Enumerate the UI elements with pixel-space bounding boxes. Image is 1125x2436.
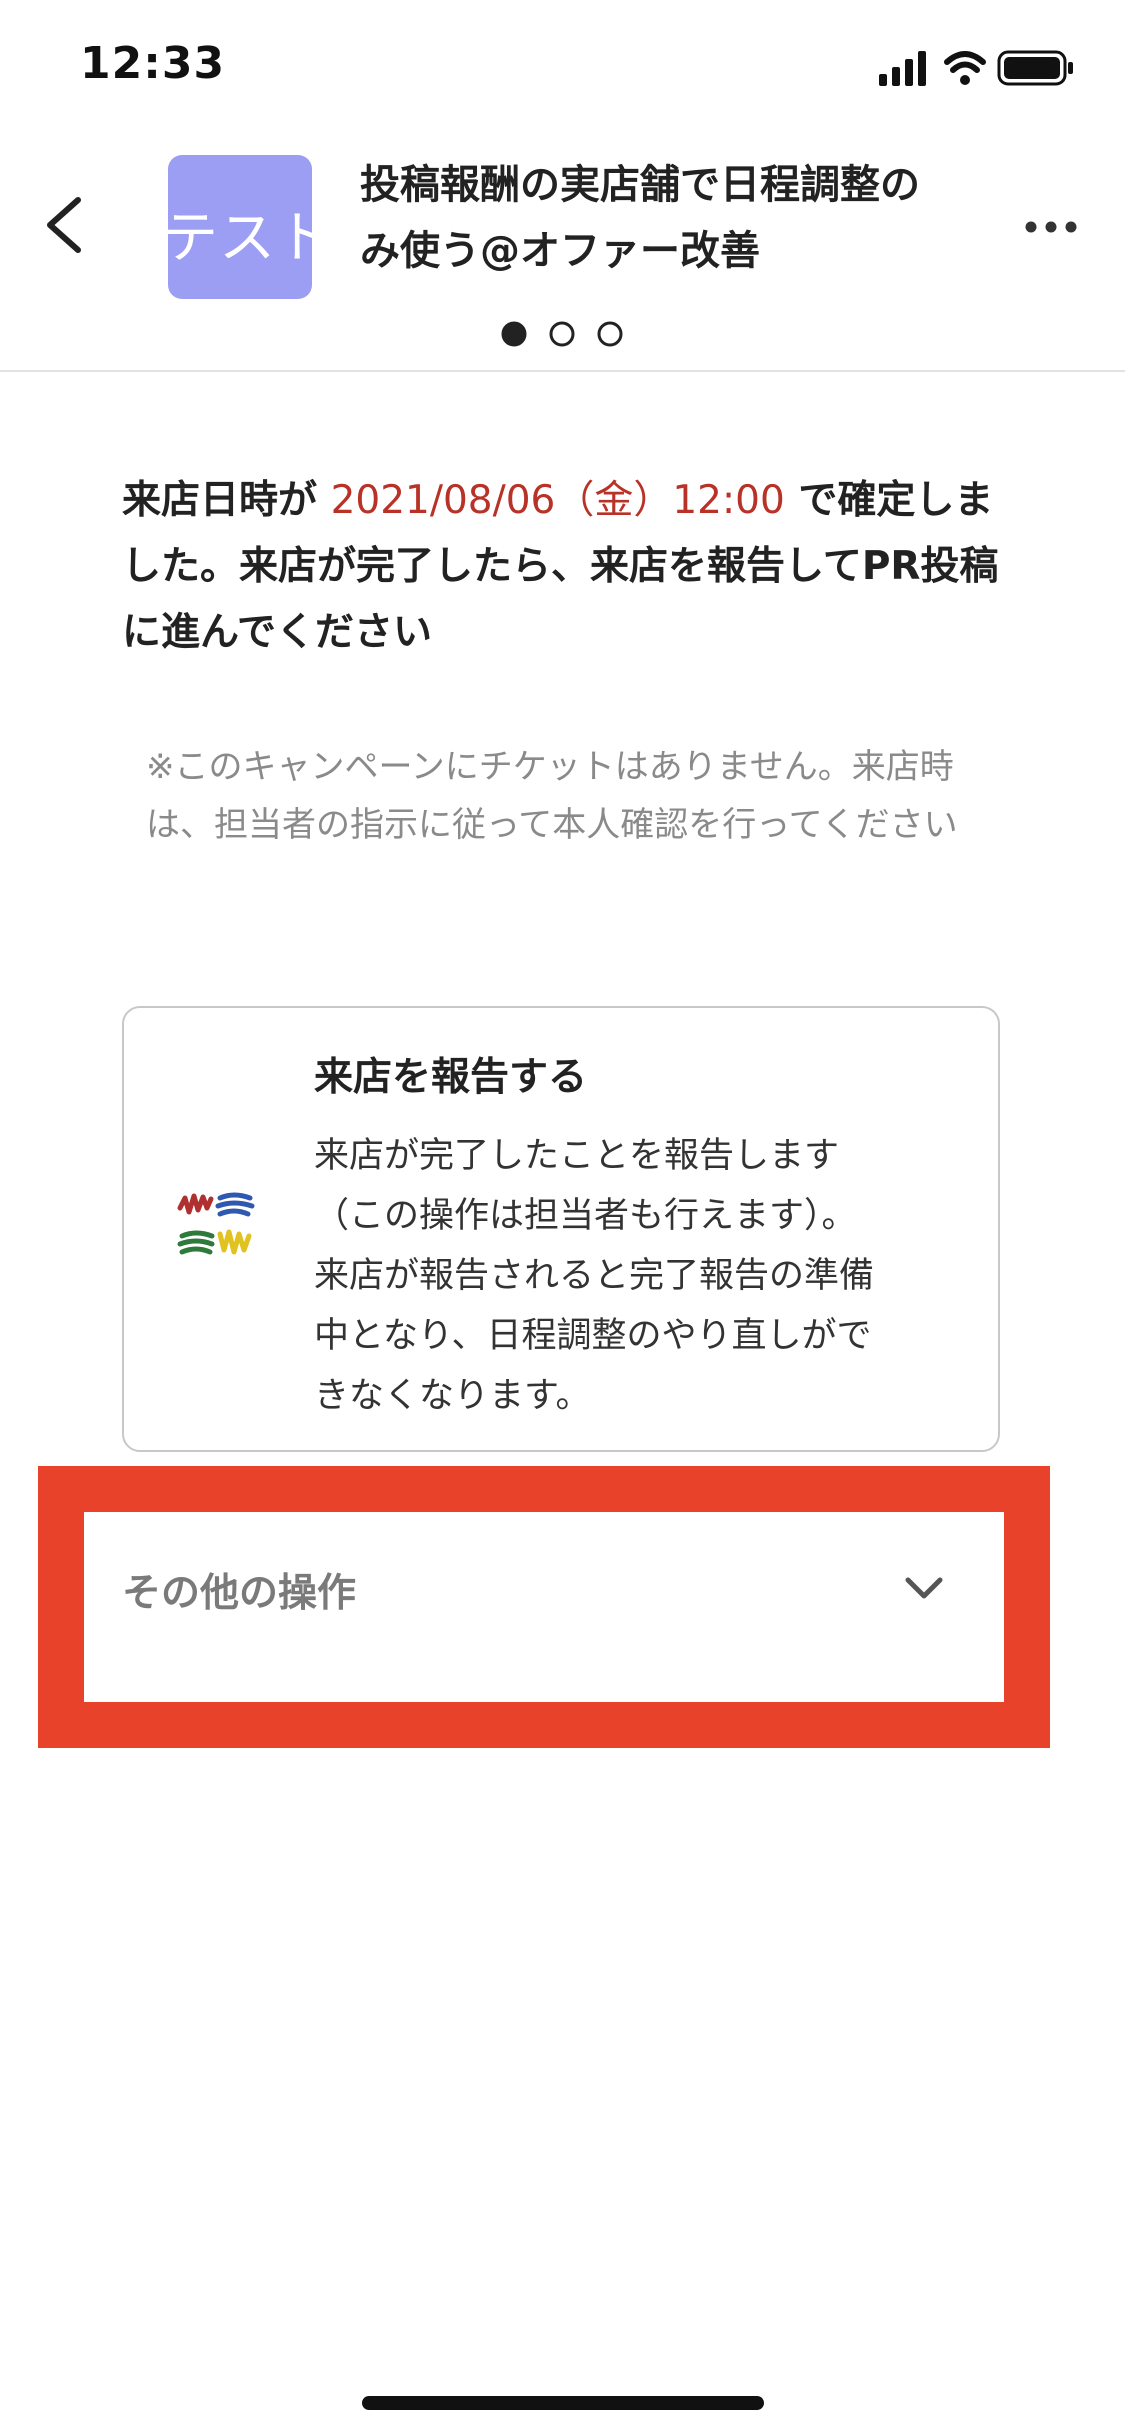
other-operations-toggle[interactable]: その他の操作 <box>84 1512 1004 1702</box>
page-dot-1[interactable] <box>501 321 527 347</box>
back-button[interactable] <box>34 180 94 270</box>
page-dot-3[interactable] <box>597 321 623 347</box>
campaign-title-line1: 投稿報酬の実店舗で日程調整の <box>360 162 920 208</box>
report-desc-line2: （この操作は担当者も行えます）。 <box>314 1196 857 1236</box>
color-scribble-icon <box>176 1186 256 1266</box>
campaign-title-line2: み使う@オファー改善 <box>360 228 760 274</box>
ellipsis-icon <box>1025 221 1077 233</box>
page-indicator <box>500 320 630 348</box>
header-divider <box>0 370 1125 372</box>
signal-icon <box>879 51 926 86</box>
report-desc-line1: 来店が完了したことを報告します <box>314 1136 840 1176</box>
wifi-icon <box>944 51 986 85</box>
report-visit-description: 来店が完了したことを報告します （この操作は担当者も行えます）。 来店が報告され… <box>314 1126 954 1426</box>
report-desc-line3: 来店が報告されると完了報告の準備 <box>314 1256 875 1296</box>
visit-confirmed-message: 来店日時が 2021/08/06（金）12:00 で確定しました。来店が完了した… <box>122 468 1002 666</box>
thumbnail-text: テスト <box>168 206 312 271</box>
chevron-down-icon <box>904 1574 944 1602</box>
status-icons <box>877 48 1077 88</box>
report-visit-card[interactable]: 来店を報告する 来店が完了したことを報告します （この操作は担当者も行えます）。… <box>122 1006 1000 1452</box>
campaign-thumbnail: テスト <box>168 155 312 299</box>
other-operations-label: その他の操作 <box>122 1571 357 1616</box>
home-indicator[interactable] <box>362 2396 764 2410</box>
chevron-left-icon <box>47 197 81 253</box>
report-visit-title: 来店を報告する <box>314 1055 588 1100</box>
battery-icon <box>997 50 1073 86</box>
more-button[interactable] <box>1021 212 1081 242</box>
ticket-note: ※このキャンペーンにチケットはありません。来店時は、担当者の指示に従って本人確認… <box>146 747 958 845</box>
report-desc-line4: 中となり、日程調整のやり直しがで <box>314 1316 872 1356</box>
page-dot-2[interactable] <box>549 321 575 347</box>
visit-datetime: 2021/08/06（金）12:00 <box>330 478 785 523</box>
report-desc-line5: きなくなります。 <box>314 1376 591 1416</box>
campaign-title: 投稿報酬の実店舗で日程調整の み使う@オファー改善 <box>360 152 1000 284</box>
message-prefix: 来店日時が <box>122 478 331 523</box>
status-time: 12:33 <box>80 38 226 89</box>
